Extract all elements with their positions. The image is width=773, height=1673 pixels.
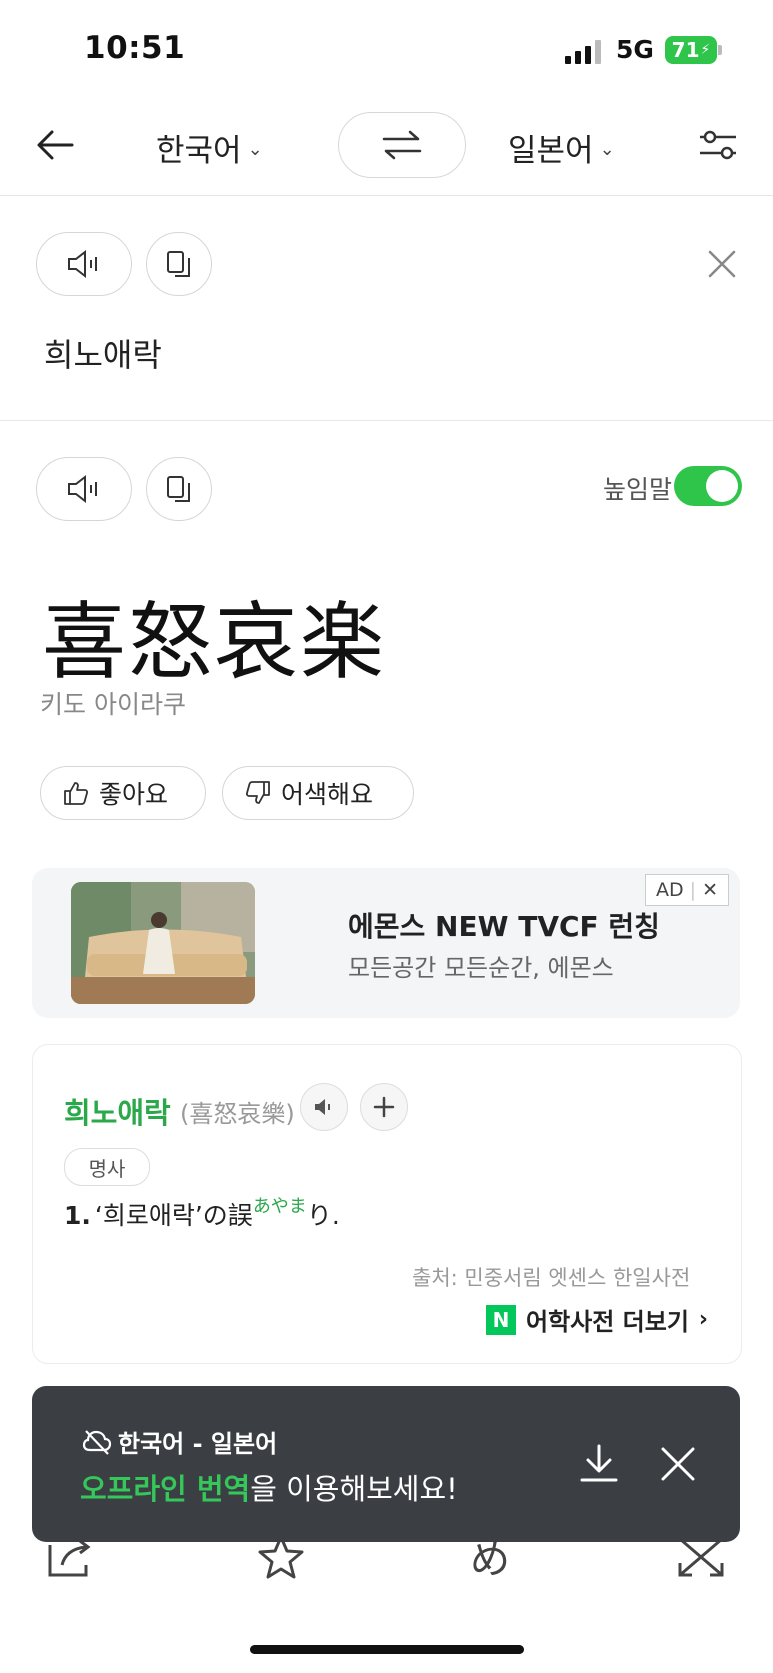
toast-title: 한국어 - 일본어 (82, 1424, 277, 1459)
source-copy-button[interactable] (146, 232, 212, 296)
chevron-right-icon: › (698, 1307, 708, 1332)
source-text[interactable]: 희노애락 (44, 330, 162, 376)
toast-highlight: 오프라인 번역 (80, 1472, 251, 1506)
back-arrow-icon[interactable] (34, 124, 76, 166)
translation-result: 喜怒哀楽 (42, 593, 387, 691)
source-language-select[interactable]: 한국어 ⌄ (156, 125, 263, 170)
result-copy-button[interactable] (146, 457, 212, 521)
clear-icon[interactable] (706, 248, 738, 280)
offline-cloud-icon (82, 1429, 112, 1455)
add-wordbook-button[interactable] (360, 1083, 408, 1131)
dislike-label: 어색해요 (281, 780, 374, 809)
more-dictionary-label: 어학사전 더보기 (526, 1308, 689, 1336)
swap-arrows-icon (382, 130, 422, 160)
status-time: 10:51 (84, 30, 186, 66)
ad-sofa-image (71, 882, 255, 1004)
network-label: 5G (616, 35, 654, 64)
dictionary-source: 출처: 민중서림 엣센스 한일사전 (412, 1266, 691, 1290)
target-language-label: 일본어 (508, 133, 594, 169)
like-button[interactable]: 좋아요 (40, 766, 206, 820)
entry-word[interactable]: 희노애락 (64, 1090, 171, 1132)
close-ad-icon[interactable]: ✕ (702, 879, 718, 901)
source-speak-button[interactable] (36, 232, 132, 296)
thumbs-up-icon (64, 782, 89, 805)
settings-sliders-icon[interactable] (698, 128, 738, 162)
toast-rest: 을 이용해보세요! (250, 1472, 458, 1506)
definition-ruby: あやま (252, 1196, 307, 1217)
swap-languages-button[interactable] (338, 112, 466, 178)
plus-icon (373, 1096, 395, 1118)
target-language-select[interactable]: 일본어 ⌄ (508, 125, 615, 170)
naver-logo-icon: N (486, 1304, 516, 1335)
more-dictionary-link[interactable]: N 어학사전 더보기 › (486, 1302, 708, 1337)
source-language-label: 한국어 (156, 133, 242, 169)
toast-lang-pair: 한국어 - 일본어 (118, 1430, 278, 1458)
battery-tip (718, 45, 722, 55)
copy-icon (167, 476, 190, 502)
svg-text:め: め (470, 1537, 510, 1579)
section-divider (0, 420, 773, 421)
entry-speak-button[interactable] (300, 1083, 348, 1131)
definition-line: 1. ‘희로애락’の誤あやまり. (64, 1196, 340, 1232)
ad-label: AD (656, 879, 684, 901)
pronunciation-reading: 키도 아이라쿠 (40, 690, 186, 719)
definition-text: ‘희로애락’の誤 (94, 1201, 253, 1230)
home-indicator (250, 1645, 524, 1654)
dislike-button[interactable]: 어색해요 (222, 766, 414, 820)
thumbs-down-icon (245, 781, 270, 804)
entry-hanja: (喜怒哀樂) (180, 1100, 295, 1128)
speaker-icon (315, 1099, 330, 1115)
chevron-down-icon: ⌄ (599, 139, 615, 160)
part-of-speech-tag: 명사 (64, 1148, 150, 1186)
toggle-knob (706, 470, 738, 502)
copy-icon (167, 251, 190, 277)
download-icon[interactable] (578, 1442, 620, 1484)
offline-translation-toast[interactable] (32, 1386, 740, 1542)
definition-number: 1. (64, 1201, 91, 1230)
honorific-label: 높임말 (603, 475, 673, 504)
speaker-icon (68, 474, 97, 504)
ad-title[interactable]: 에몬스 NEW TVCF 런칭 (348, 905, 660, 945)
battery-level: 71 (671, 38, 700, 62)
ad-image[interactable] (71, 882, 255, 1004)
toast-message: 오프라인 번역을 이용해보세요! (80, 1466, 458, 1508)
chevron-down-icon: ⌄ (247, 139, 263, 160)
signal-icon (565, 40, 601, 64)
definition-tail: り. (306, 1201, 340, 1230)
battery-indicator: 71 ⚡ (665, 36, 717, 64)
like-label: 좋아요 (99, 780, 169, 809)
speaker-icon (68, 249, 97, 279)
ad-badge[interactable]: AD | ✕ (645, 874, 729, 906)
ad-divider: | (689, 879, 697, 901)
close-toast-icon[interactable] (660, 1446, 696, 1482)
result-speak-button[interactable] (36, 457, 132, 521)
ad-subtitle[interactable]: 모든공간 모든순간, 에몬스 (348, 948, 614, 983)
